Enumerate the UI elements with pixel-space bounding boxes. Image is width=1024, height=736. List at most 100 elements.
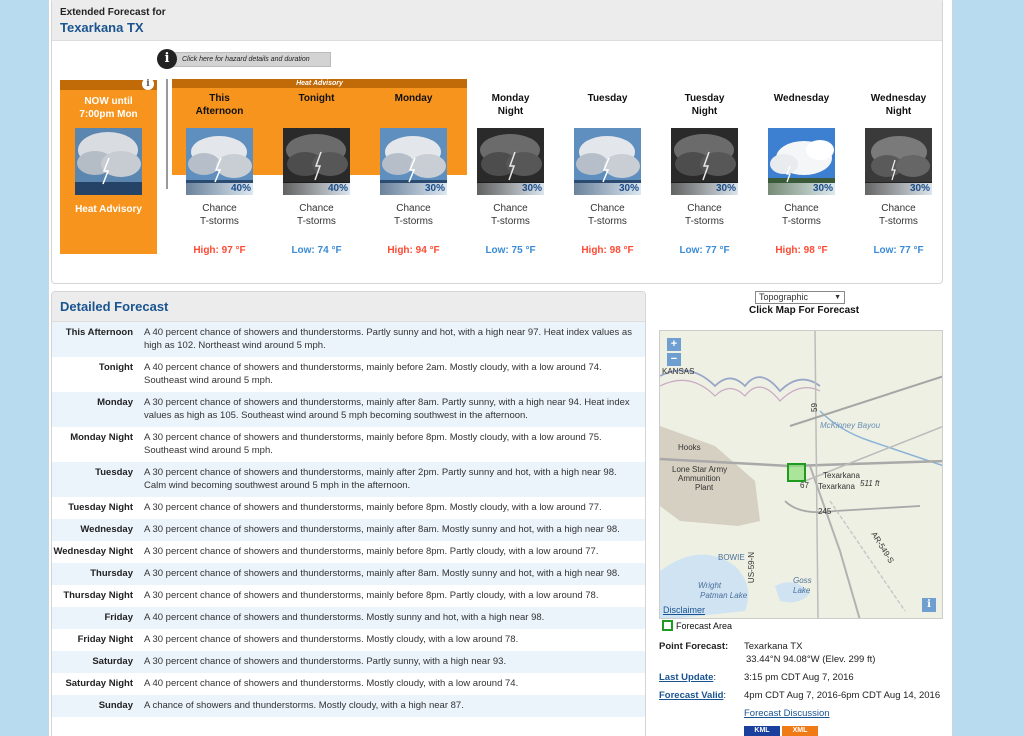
- map-type-select[interactable]: Topographic ▼: [755, 291, 845, 304]
- forecast-period[interactable]: This Afternoon 40% Chance T-storms High: 9…: [171, 92, 268, 256]
- forecast-row: Thursday A 30 percent chance of showers a…: [52, 563, 645, 585]
- storm-sunny-icon: 30%: [380, 128, 447, 195]
- short-description: Chance T-storms: [588, 203, 627, 227]
- detailed-forecast-title: Detailed Forecast: [52, 292, 645, 322]
- map-label-67: 67: [800, 481, 809, 490]
- short-description: Chance T-storms: [297, 203, 336, 227]
- precip-chance: 40%: [186, 183, 253, 195]
- forecast-row: Wednesday Night A 30 percent chance of sh…: [53, 546, 599, 557]
- period-name: Wednesday: [773, 93, 830, 104]
- disclaimer-link[interactable]: Disclaimer: [663, 605, 705, 615]
- short-description: Chance T-storms: [879, 203, 918, 227]
- map-label-lonestar: Lone Star Army: [672, 465, 728, 474]
- kml-button[interactable]: KML: [744, 726, 780, 736]
- map-label-goss: Goss: [793, 576, 812, 585]
- precip-chance: 30%: [768, 183, 835, 195]
- map-label-texarkana: Texarkana: [818, 482, 855, 491]
- precip-chance: 30%: [574, 183, 641, 195]
- temperature: Low: 75 °F: [485, 245, 536, 256]
- forecast-period[interactable]: Wednesday Night 30% Chance T-storms Low: 7…: [850, 92, 947, 256]
- detailed-forecast-panel: Detailed Forecast This Afternoon A 40 per…: [51, 291, 646, 736]
- map-label-kansas: KANSAS: [662, 367, 695, 376]
- temperature: Low: 77 °F: [873, 245, 924, 256]
- now-label: NOW until 7:00pm Mon: [79, 96, 138, 120]
- panel-subtitle: Extended Forecast for: [60, 7, 166, 18]
- period-name: Tonight: [298, 93, 335, 104]
- forecast-area-swatch: [662, 620, 673, 631]
- now-card-topbar: i: [60, 78, 157, 90]
- last-update-link[interactable]: Last Update:: [659, 672, 716, 683]
- chevron-down-icon: ▼: [834, 294, 841, 301]
- hazard-details-button[interactable]: i Click here for hazard details and dura…: [157, 49, 331, 69]
- period-name: Monday Night: [491, 93, 530, 117]
- map-legend: Forecast Area: [662, 620, 732, 631]
- map-label-texarkana: Texarkana: [823, 471, 860, 480]
- page-container: Extended Forecast for Texarkana TX i Cli…: [48, 0, 953, 736]
- map-label-goss: Lake: [793, 586, 811, 595]
- last-update-value: 3:15 pm CDT Aug 7, 2016: [744, 672, 854, 683]
- map-label-wright: Wright: [698, 581, 722, 590]
- storm-night-icon: 30%: [477, 128, 544, 195]
- forecast-period[interactable]: Monday 30% Chance T-storms High: 94 °F: [365, 92, 462, 256]
- temperature: Low: 77 °F: [679, 245, 730, 256]
- forecast-row: This Afternoon A 40 percent chance of sho…: [52, 322, 645, 357]
- location-title: Texarkana TX: [60, 20, 144, 35]
- temperature: High: 98 °F: [581, 245, 634, 256]
- period-name: Wednesday Night: [870, 93, 927, 117]
- point-forecast-label: Point Forecast:: [659, 641, 729, 652]
- precip-chance: 30%: [477, 183, 544, 195]
- storm-sunny-icon: 30%: [574, 128, 641, 195]
- now-hazard-card[interactable]: i NOW until 7:00pm Mon Heat Advisory: [60, 78, 157, 254]
- info-icon[interactable]: i: [922, 598, 936, 612]
- point-forecast-place: Texarkana TX: [744, 641, 803, 652]
- forecast-row: Saturday A 30 percent chance of showers a…: [52, 651, 645, 673]
- period-name: Tuesday: [587, 93, 628, 104]
- map-label-mckinney: McKinney Bayou: [820, 421, 881, 430]
- zoom-in-button[interactable]: +: [667, 338, 681, 351]
- xml-button[interactable]: XML: [782, 726, 818, 736]
- period-name: This Afternoon: [195, 93, 244, 117]
- map-label-lonestar: Plant: [695, 483, 714, 492]
- hazard-band-label: Heat Advisory: [172, 79, 467, 88]
- forecast-row: Friday A 40 percent chance of showers and…: [52, 607, 645, 629]
- storm-sunny-icon: 40%: [186, 128, 253, 195]
- map-label-hooks: Hooks: [678, 443, 701, 452]
- precip-chance: 30%: [380, 183, 447, 195]
- info-icon[interactable]: i: [157, 49, 177, 69]
- map-label-59: 59: [809, 403, 819, 412]
- forecast-valid-link[interactable]: Forecast Valid:: [659, 690, 726, 701]
- forecast-row: Monday A 30 percent chance of showers and…: [52, 392, 645, 427]
- detailed-forecast-list: This Afternoon A 40 percent chance of sho…: [52, 322, 645, 717]
- map-label-245: 245: [818, 507, 832, 516]
- zoom-out-button[interactable]: −: [667, 353, 681, 366]
- forecast-row: Wednesday A 30 percent chance of showers …: [52, 519, 645, 541]
- map-label-elevation: 511 ft: [860, 479, 880, 488]
- forecast-row: Tonight A 40 percent chance of showers an…: [98, 362, 602, 386]
- map-label-bowie: BOWIE: [718, 553, 745, 562]
- storm-night-icon: 40%: [283, 128, 350, 195]
- hazard-details-label[interactable]: Click here for hazard details and durati…: [171, 51, 331, 67]
- storm-night-icon: 30%: [671, 128, 738, 195]
- extended-forecast-panel: Extended Forecast for Texarkana TX i Cli…: [51, 0, 943, 284]
- forecast-discussion-link[interactable]: Forecast Discussion: [744, 708, 830, 719]
- forecast-row: Friday Night A 30 percent chance of showe…: [77, 634, 519, 645]
- period-name: Monday: [394, 93, 433, 104]
- forecast-row: Tuesday Night A 30 percent chance of show…: [68, 502, 602, 513]
- precip-chance: 30%: [671, 183, 738, 195]
- forecast-period[interactable]: Wednesday 30% Chance T-storms High: 98 °F: [753, 92, 850, 256]
- divider: [166, 79, 168, 189]
- temperature: High: 97 °F: [193, 245, 246, 256]
- forecast-period[interactable]: Monday Night 30% Chance T-storms Low: 75 °…: [462, 92, 559, 256]
- storm-day-icon: 30%: [768, 128, 835, 195]
- forecast-period[interactable]: Tuesday Night 30% Chance T-storms Low: 77 …: [656, 92, 753, 256]
- forecast-row: Monday Night A 30 percent chance of showe…: [70, 432, 602, 456]
- panel-header: Extended Forecast for Texarkana TX: [52, 0, 942, 41]
- forecast-map[interactable]: + − KANSAS Hooks Lone Star Army Ammuniti…: [659, 330, 943, 619]
- info-icon[interactable]: i: [142, 78, 154, 90]
- precip-chance: 40%: [283, 183, 350, 195]
- forecast-period[interactable]: Tuesday 30% Chance T-storms High: 98 °F: [559, 92, 656, 256]
- period-name: Tuesday Night: [684, 93, 725, 117]
- temperature: High: 94 °F: [387, 245, 440, 256]
- precip-chance: 30%: [865, 183, 932, 195]
- forecast-period[interactable]: Tonight 40% Chance T-storms Low: 74 °F: [268, 92, 365, 256]
